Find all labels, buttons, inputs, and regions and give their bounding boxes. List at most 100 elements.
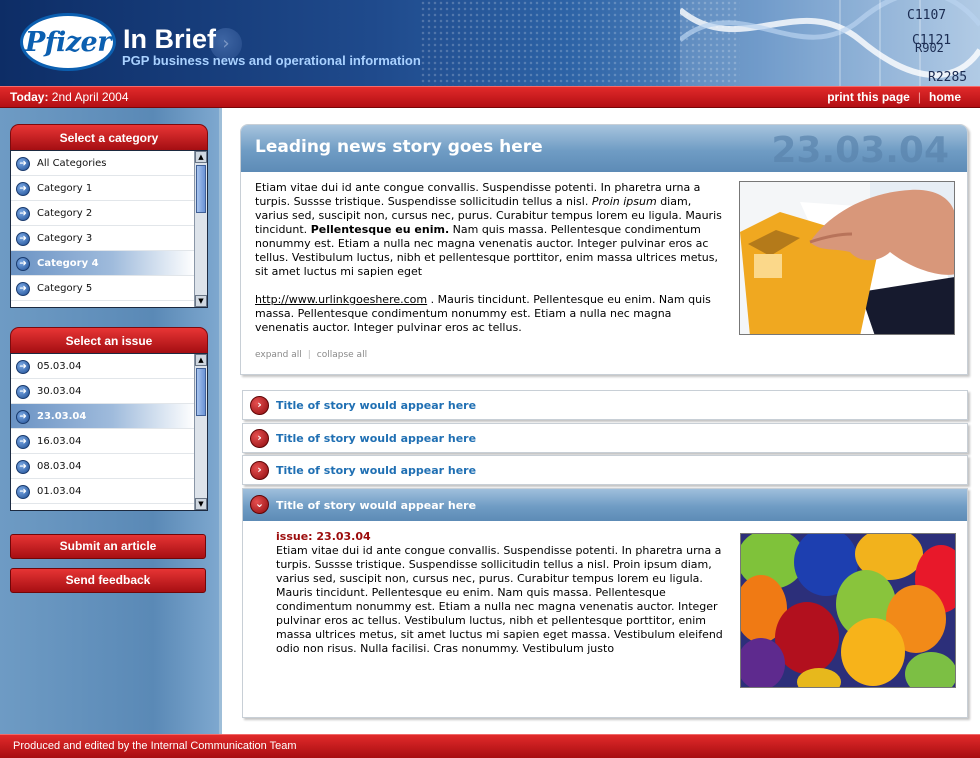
chevron-right-icon[interactable]: › [250,396,269,415]
lead-story-link[interactable]: http://www.urlinkgoeshere.com [255,293,427,306]
category-item[interactable]: ➜ Category 3 [11,226,195,251]
scrollbar-thumb[interactable] [196,165,206,213]
chevron-right-icon[interactable]: › [250,461,269,480]
expanded-story-header[interactable]: ⌄ Title of story would appear here [243,489,967,521]
scrollbar-thumb[interactable] [196,368,206,416]
scroll-up-icon[interactable]: ▲ [195,354,207,366]
print-page-link[interactable]: print this page [827,90,910,104]
balloons-illustration [741,534,955,687]
issue-item-label: 16.03.04 [37,436,82,447]
lead-story-body: Etiam vitae dui id ante congue convallis… [255,181,725,349]
issue-item[interactable]: ➜ 08.03.04 [11,454,195,479]
arrow-right-circle-icon: ➜ [16,435,30,449]
top-nav-bar: Today: 2nd April 2004 print this page | ho… [0,86,980,108]
issue-item[interactable]: ➜ 30.03.04 [11,379,195,404]
header-banner: C1107 C1121 R902 R2285 Pfizer › In Brief… [0,0,980,86]
category-item-label: All Categories [37,158,107,169]
today-value: 2nd April 2004 [51,90,129,104]
submit-article-button[interactable]: Submit an article [10,534,206,559]
lead-story-controls: expand all | collapse all [255,350,367,360]
category-panel-title: Select a category [10,124,208,150]
arrow-right-circle-icon: ➜ [16,232,30,246]
issue-panel: Select an issue ➜ 05.03.04 ➜ 30.03.04 ➜ 23.… [10,327,208,511]
lead-text-italic: Proin ipsum [591,195,657,208]
pfizer-logo[interactable]: Pfizer [20,13,116,71]
issue-item[interactable]: ➜ 05.03.04 [11,354,195,379]
arrow-right-circle-icon: ➜ [16,385,30,399]
issue-item-label: 08.03.04 [37,461,82,472]
issue-scrollbar[interactable]: ▲ ▼ [194,354,207,510]
issue-item-label: 23.03.04 [37,411,87,422]
site-subtitle: PGP business news and operational inform… [122,53,421,68]
top-links: print this page | home [827,90,961,104]
category-item-label: Category 3 [37,233,93,244]
category-item[interactable]: ➜ Category 2 [11,201,195,226]
expanded-story-body: Etiam vitae dui id ante congue convallis… [276,544,723,655]
scroll-down-icon[interactable]: ▼ [195,295,207,307]
story-title[interactable]: Title of story would appear here [276,432,476,445]
chevron-down-icon[interactable]: ⌄ [250,495,269,514]
issue-item-label: 01.03.04 [37,486,82,497]
category-item[interactable]: ➜ Category 1 [11,176,195,201]
arrow-right-circle-icon: ➜ [16,157,30,171]
arrow-right-circle-icon: ➜ [16,257,30,271]
site-title: In Brief [123,24,217,54]
scroll-down-icon[interactable]: ▼ [195,498,207,510]
footer-bar: Produced and edited by the Internal Comm… [0,734,980,758]
send-feedback-button[interactable]: Send feedback [10,568,206,593]
issue-list: ➜ 05.03.04 ➜ 30.03.04 ➜ 23.03.04 ➜ 16.03.04 … [10,353,208,511]
issue-item-label: 30.03.04 [37,386,82,397]
category-item-label: Category 4 [37,258,99,269]
today-date: Today: 2nd April 2004 [10,90,129,104]
category-item-selected[interactable]: ➜ Category 4 [11,251,195,276]
sidebar: Select a category ➜ All Categories ➜ Categ… [0,108,222,734]
lead-story-date: 23.03.04 [771,130,949,171]
category-item[interactable]: ➜ Category 5 [11,276,195,301]
today-label: Today: [10,90,49,104]
balloons-photo [740,533,956,688]
category-item-label: Category 5 [37,283,93,294]
floppy-disk-photo [739,181,955,335]
link-separator: | [917,90,921,104]
arrow-right-circle-icon: ➜ [16,410,30,424]
category-list: ➜ All Categories ➜ Category 1 ➜ Category 2 … [10,150,208,308]
story-row[interactable]: › Title of story would appear here [242,423,968,453]
category-panel: Select a category ➜ All Categories ➜ Categ… [10,124,208,308]
arrow-right-circle-icon: ➜ [16,282,30,296]
collapse-all-link[interactable]: collapse all [317,350,367,360]
logo-text: Pfizer [25,26,111,58]
lead-story-header: Leading news story goes here 23.03.04 [241,125,967,172]
header-code: R2285 [928,70,968,85]
category-item[interactable]: ➜ All Categories [11,151,195,176]
expand-all-link[interactable]: expand all [255,350,302,360]
scroll-up-icon[interactable]: ▲ [195,151,207,163]
story-row[interactable]: › Title of story would appear here [242,390,968,420]
controls-separator: | [307,350,311,360]
lead-story-panel: Leading news story goes here 23.03.04 Et… [240,124,968,375]
header-code: R902 [915,41,944,55]
story-row[interactable]: › Title of story would appear here [242,455,968,485]
expanded-story-issue: issue: 23.03.04 [276,530,371,543]
issue-panel-title: Select an issue [10,327,208,353]
lead-paragraph: http://www.urlinkgoeshere.com . Mauris t… [255,293,725,335]
story-title[interactable]: Title of story would appear here [276,464,476,477]
expanded-story-title[interactable]: Title of story would appear here [276,499,476,512]
lead-text-bold: Pellentesque eu enim. [310,223,450,236]
category-scrollbar[interactable]: ▲ ▼ [194,151,207,307]
story-title[interactable]: Title of story would appear here [276,399,476,412]
issue-item-selected[interactable]: ➜ 23.03.04 [11,404,195,429]
issue-item[interactable]: ➜ 16.03.04 [11,429,195,454]
lead-paragraph: Etiam vitae dui id ante congue convallis… [255,181,725,279]
issue-item-label: 05.03.04 [37,361,82,372]
arrow-right-circle-icon: ➜ [16,485,30,499]
chevron-right-icon[interactable]: › [250,429,269,448]
expanded-story: ⌄ Title of story would appear here issue… [242,488,968,718]
issue-item[interactable]: ➜ 01.03.04 [11,479,195,504]
arrow-right-circle-icon: ➜ [16,207,30,221]
arrow-right-circle-icon: ➜ [16,460,30,474]
home-link[interactable]: home [929,90,961,104]
arrow-right-circle-icon: ➜ [16,360,30,374]
footer-credit: Produced and edited by the Internal Comm… [13,740,297,752]
lead-story-title: Leading news story goes here [255,137,543,157]
category-item-label: Category 2 [37,208,93,219]
